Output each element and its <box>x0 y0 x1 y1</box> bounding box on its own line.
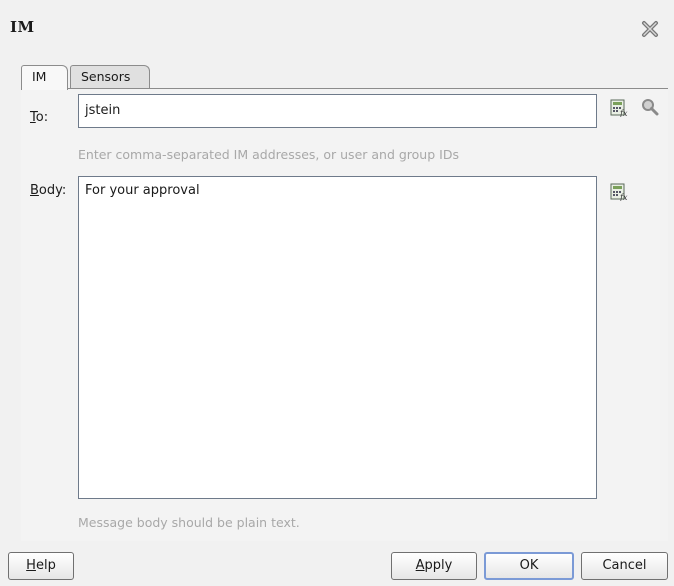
ok-button[interactable]: OK <box>484 552 574 580</box>
body-label: Body: <box>30 183 67 198</box>
tab-sensors[interactable]: Sensors <box>70 65 150 88</box>
tab-im[interactable]: IM <box>21 65 68 90</box>
expression-builder-icon[interactable]: fx <box>610 99 628 118</box>
help-button[interactable]: Help <box>8 552 74 580</box>
to-label: To: <box>30 110 49 125</box>
body-textarea[interactable]: For your approval <box>78 176 597 499</box>
body-hint: Message body should be plain text. <box>78 515 300 530</box>
svg-text:fx: fx <box>619 109 628 117</box>
tab-sensors-label: Sensors <box>81 69 131 84</box>
to-hint: Enter comma-separated IM addresses, or u… <box>78 147 459 162</box>
to-input[interactable]: jstein <box>78 94 597 128</box>
search-icon[interactable] <box>641 98 659 116</box>
svg-text:fx: fx <box>619 193 628 201</box>
cancel-button[interactable]: Cancel <box>581 552 668 580</box>
tab-im-label: IM <box>32 69 47 84</box>
dialog-title: IM <box>10 18 35 36</box>
close-icon[interactable] <box>641 20 659 38</box>
expression-builder-icon[interactable]: fx <box>610 183 628 202</box>
apply-button[interactable]: Apply <box>391 552 477 580</box>
